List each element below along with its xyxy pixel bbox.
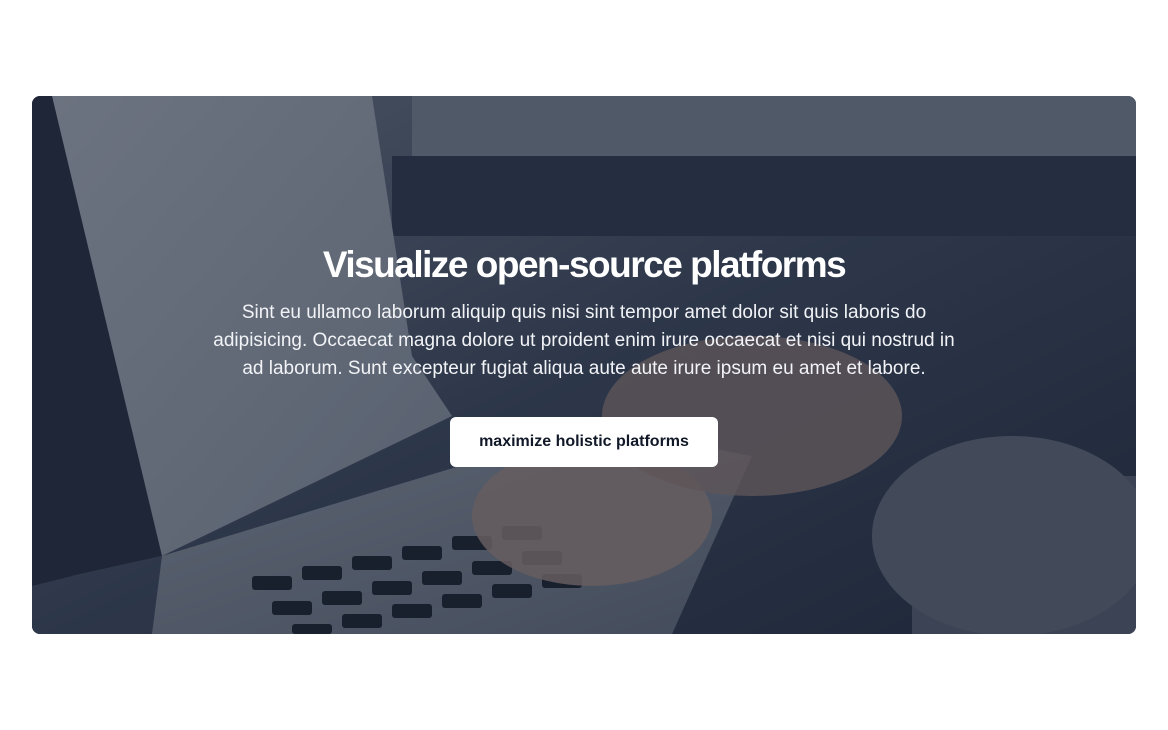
hero-content: Visualize open-source platforms Sint eu … bbox=[32, 96, 1136, 634]
hero-description: Sint eu ullamco laborum aliquip quis nis… bbox=[213, 302, 955, 379]
hero-title: Visualize open-source platforms bbox=[322, 244, 847, 285]
cta-button[interactable]: maximize holistic platforms bbox=[450, 417, 718, 467]
hero-banner: Visualize open-source platforms Sint eu … bbox=[32, 96, 1136, 634]
